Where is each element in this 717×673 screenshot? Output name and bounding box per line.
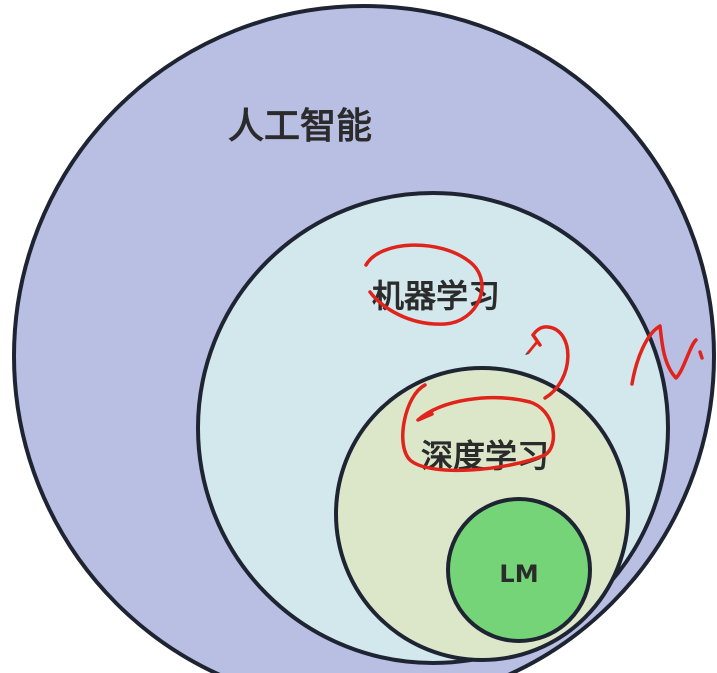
venn-diagram: 人工智能 机器学习 深度学习 LM: [0, 0, 717, 673]
heart-dot: [698, 350, 704, 360]
lm-label: LM: [499, 560, 538, 588]
nested-circles-diagram: 人工智能 机器学习 深度学习 LM: [12, 4, 716, 673]
ai-label: 人工智能: [228, 106, 372, 147]
